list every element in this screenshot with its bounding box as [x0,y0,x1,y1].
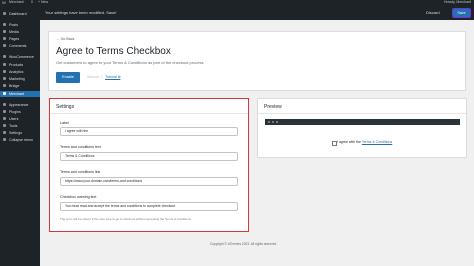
sidebar-item-label: Posts [9,23,18,27]
sidebar-item-comments[interactable]: Comments [0,43,40,49]
warning-text-input[interactable]: You must read and accept the terms and c… [60,202,238,211]
chart-icon [3,70,6,73]
manual-link[interactable]: Manual ⓘ [87,72,103,83]
sidebar-item-products[interactable]: Products [0,62,40,68]
notice-bar: Your settings have been modified. Save! … [40,5,474,20]
module-header-card: ← Go Back Agree to Terms Checkbox Get cu… [48,31,466,91]
sidebar-item-label: Pages [9,37,20,41]
plugin-icon [3,110,6,113]
settings-icon [3,131,6,134]
user-icon [3,117,6,120]
terms-text-field-label: Terms and conditions text [60,145,101,149]
discard-button[interactable]: Discard [426,5,440,20]
sidebar-item-label: Merchant [9,92,24,96]
dashboard-icon [3,12,6,15]
sidebar-item-label: Tools [9,124,18,128]
sidebar-item-label: Settings [9,131,22,135]
sidebar-item-label: Comments [9,44,27,48]
sidebar-item-label: Plugins [9,110,21,114]
preview-checkbox-label: I agree with the Terms & Conditions [337,140,392,144]
sidebar-item-pages[interactable]: Pages [0,36,40,42]
label-input[interactable]: I agree with the [60,127,238,136]
sidebar-item-label: Collapse menu [9,138,33,142]
sidebar-item-tools[interactable]: Tools [0,123,40,129]
wrench-icon [3,124,6,127]
megaphone-icon [3,77,6,80]
sidebar-item-merchant[interactable]: Merchant [0,91,40,97]
admin-sidebar: Dashboard Posts Media Pages Comments Woo… [0,5,40,266]
terms-link-field-label: Terms and conditions link [60,170,101,174]
sidebar-item-users[interactable]: Users [0,116,40,122]
divider [50,113,248,114]
preview-label-text: I agree with the [337,140,361,144]
woo-icon [3,55,6,58]
warning-text-field-label: Checkbox warning text [60,195,97,199]
comment-icon [3,44,6,47]
pin-icon [3,23,6,26]
sidebar-item-label: Dashboard [9,12,27,16]
sidebar-item-collapse[interactable]: Collapse menu [0,137,40,143]
save-button[interactable]: Save [452,8,471,18]
sidebar-item-plugins[interactable]: Plugins [0,109,40,115]
sidebar-item-label: Marketing [9,77,25,81]
bridge-icon [3,84,6,87]
terms-text-input[interactable]: Terms & Conditions [60,152,238,161]
sidebar-item-label: Users [9,117,19,121]
sidebar-item-settings[interactable]: Settings [0,130,40,136]
preview-browser-bar [265,119,460,125]
page-icon [3,37,6,40]
sidebar-item-appearance[interactable]: Appearance [0,102,40,108]
preview-card: Preview I agree with the Terms & Conditi… [257,98,467,158]
tutorial-link[interactable]: Tutorial ⧉ [105,72,120,83]
sidebar-item-dashboard[interactable]: Dashboard [0,11,40,17]
unsaved-message: Your settings have been modified. Save! [45,10,117,15]
preview-terms-link[interactable]: Terms & Conditions [362,140,392,144]
enable-button[interactable]: Enable [56,72,80,83]
terms-link-input[interactable]: https://www.your-domain.com/terms-and-co… [60,177,238,186]
sidebar-item-label: WooCommerce [9,55,34,59]
sidebar-item-label: Appearance [9,103,29,107]
sidebar-item-analytics[interactable]: Analytics [0,69,40,75]
footer-copyright: Copyright © aThemes 2023. All rights res… [210,242,278,246]
collapse-icon [3,138,6,141]
label-field-label: Label [60,121,69,125]
sidebar-item-bridge[interactable]: Bridge [0,83,40,89]
window-dot-icon [272,121,274,123]
page-title: Agree to Terms Checkbox [56,46,171,57]
sidebar-item-marketing[interactable]: Marketing [0,76,40,82]
sidebar-item-posts[interactable]: Posts [0,22,40,28]
merchant-icon [3,92,6,95]
sidebar-item-woocommerce[interactable]: WooCommerce [0,54,40,60]
window-dot-icon [276,121,278,123]
window-dot-icon [268,121,270,123]
divider [258,113,466,114]
box-icon [3,63,6,66]
sidebar-item-label: Analytics [9,70,24,74]
preview-heading: Preview [264,104,282,110]
settings-heading: Settings [56,104,75,110]
warning-help-text: The error will be shown if the user trie… [60,217,192,221]
sidebar-item-label: Bridge [9,84,20,88]
sidebar-item-label: Media [9,30,19,34]
go-back-link[interactable]: ← Go Back [56,37,74,41]
page-subtitle: Get customers to agree to your Terms & C… [56,60,204,65]
sidebar-item-label: Products [9,63,24,67]
brush-icon [3,103,6,106]
settings-card: Settings Label I agree with the Terms an… [49,98,249,232]
sidebar-item-media[interactable]: Media [0,29,40,35]
media-icon [3,30,6,33]
